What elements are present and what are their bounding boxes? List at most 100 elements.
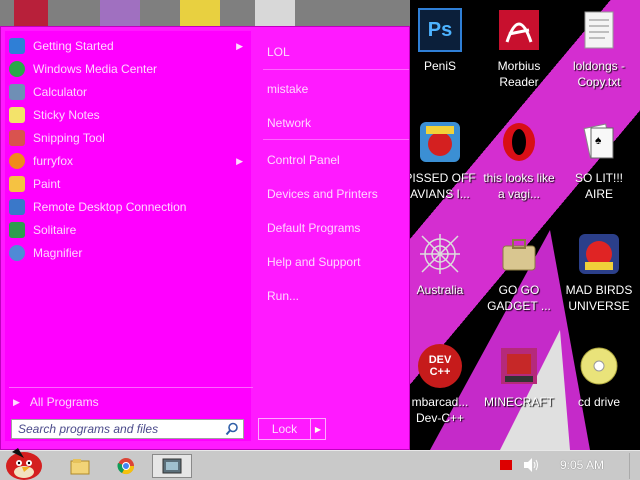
- explorer-icon: [70, 459, 90, 475]
- program-label: Calculator: [33, 85, 88, 99]
- program-furryfox[interactable]: furryfox ▶: [9, 150, 249, 172]
- separator: [9, 387, 253, 388]
- program-label: Snipping Tool: [33, 131, 105, 145]
- desktop-icon-label: SO LIT!!! AIRE: [574, 171, 623, 201]
- desktop-icon-opera[interactable]: this looks like a vagi...: [480, 120, 558, 202]
- desktop-icon-minecraft[interactable]: MINECRAFT: [480, 344, 558, 410]
- dev-cpp-icon: DEV C++: [418, 344, 462, 388]
- volume-icon[interactable]: [522, 457, 540, 473]
- desktop-icon-label: MINECRAFT: [484, 395, 554, 409]
- program-sticky-notes[interactable]: Sticky Notes: [9, 104, 249, 126]
- desktop-icon-loldongs-copy[interactable]: loldongs - Copy.txt: [560, 8, 638, 90]
- link-control-panel[interactable]: Control Panel: [267, 149, 340, 171]
- paint-icon: [9, 176, 25, 192]
- shutdown-options-arrow-icon[interactable]: ▶: [310, 419, 325, 439]
- program-remote-desktop-connection[interactable]: Remote Desktop Connection: [9, 196, 249, 218]
- search-box[interactable]: [11, 419, 244, 439]
- search-input[interactable]: [12, 421, 220, 437]
- link-run[interactable]: Run...: [267, 285, 299, 307]
- submenu-arrow-icon: ▶: [236, 155, 243, 166]
- desktop-icon-cd-drive[interactable]: cd drive: [560, 344, 638, 410]
- taskbar-media-window[interactable]: [152, 454, 192, 478]
- program-label: Magnifier: [33, 246, 83, 260]
- desktop-icon-label: loldongs - Copy.txt: [572, 59, 626, 89]
- text-file-icon: [577, 8, 621, 52]
- program-label: Windows Media Center: [33, 62, 158, 76]
- magnifier-icon: [9, 245, 25, 261]
- program-label: Remote Desktop Connection: [33, 200, 187, 214]
- separator: [263, 69, 409, 70]
- all-programs-label: All Programs: [29, 395, 99, 409]
- minecraft-icon: [497, 344, 541, 388]
- program-label: Solitaire: [33, 223, 77, 237]
- program-magnifier[interactable]: Magnifier: [9, 242, 249, 264]
- program-snipping-tool[interactable]: Snipping Tool: [9, 127, 249, 149]
- snipping-tool-icon: [9, 130, 25, 146]
- clock[interactable]: 9:05 AM: [560, 458, 604, 472]
- desktop-icon-label: this looks like a vagi...: [483, 171, 555, 201]
- desktop-icon-label: GO GO GADGET ...: [487, 283, 551, 313]
- taskbar-chrome[interactable]: [106, 454, 146, 478]
- separator: [263, 139, 409, 140]
- desktop-icon-pissed-off-avians[interactable]: PISSED OFF AVIANS I...: [401, 120, 479, 202]
- solitaire-icon: [9, 222, 25, 238]
- remote-desktop-icon: [9, 199, 25, 215]
- desktop-icon-go-go-gadget[interactable]: GO GO GADGET ...: [480, 232, 558, 314]
- media-center-icon: [9, 61, 25, 77]
- program-windows-media-center[interactable]: Windows Media Center: [9, 58, 249, 80]
- svg-text:♠: ♠: [595, 133, 602, 147]
- calculator-icon: [9, 84, 25, 100]
- briefcase-icon: [497, 232, 541, 276]
- program-label: Getting Started: [33, 39, 114, 53]
- desktop-icon-photoshop[interactable]: Ps PeniS: [401, 8, 479, 74]
- show-desktop-button[interactable]: [629, 453, 640, 479]
- desktop-icon-label: Australia: [416, 283, 464, 297]
- link-mistake[interactable]: mistake: [267, 78, 308, 100]
- triangle-right-icon: ▶: [13, 396, 20, 407]
- program-getting-started[interactable]: Getting Started ▶: [9, 35, 249, 57]
- desktop-icon-label: cd drive: [577, 395, 621, 409]
- action-center-flag-icon[interactable]: [500, 460, 512, 470]
- desktop-icon-mad-birds-universe[interactable]: MAD BIRDS UNIVERSE: [560, 232, 638, 314]
- solitaire-cards-icon: ♠: [577, 120, 621, 164]
- start-menu: Getting Started ▶ Windows Media Center C…: [0, 26, 410, 450]
- opera-icon: [497, 120, 541, 164]
- pdf-reader-icon: [497, 8, 541, 52]
- link-lol[interactable]: LOL: [267, 41, 290, 63]
- link-default-programs[interactable]: Default Programs: [267, 217, 360, 239]
- furryfox-icon: [9, 153, 25, 169]
- program-label: furryfox: [33, 154, 74, 168]
- program-calculator[interactable]: Calculator: [9, 81, 249, 103]
- lock-label: Lock: [271, 422, 298, 436]
- chrome-icon: [117, 458, 135, 475]
- spider-web-icon: [418, 232, 462, 276]
- angry-birds-space-icon: [577, 232, 621, 276]
- submenu-arrow-icon: ▶: [236, 40, 243, 51]
- desktop-icon-label: PeniS: [423, 59, 457, 73]
- desktop-icon-so-lit-aire[interactable]: ♠ SO LIT!!! AIRE: [560, 120, 638, 202]
- all-programs-button[interactable]: ▶ All Programs: [13, 391, 99, 413]
- taskbar: 9:05 AM: [0, 450, 640, 480]
- program-solitaire[interactable]: Solitaire: [9, 219, 249, 241]
- start-button-angry-bird-icon[interactable]: [2, 444, 46, 480]
- sticky-notes-icon: [9, 107, 25, 123]
- getting-started-icon: [9, 38, 25, 54]
- link-network[interactable]: Network: [267, 112, 311, 134]
- start-menu-programs-pane: Getting Started ▶ Windows Media Center C…: [5, 31, 253, 441]
- photoshop-icon: Ps: [418, 8, 462, 52]
- desktop-icon-morbius-reader[interactable]: Morbius Reader: [480, 8, 558, 90]
- search-icon[interactable]: [225, 422, 239, 436]
- desktop-icon-label: mbarcad... Dev-C++: [411, 395, 469, 425]
- desktop-icon-dev-cpp[interactable]: DEV C++ mbarcad... Dev-C++: [401, 344, 479, 426]
- program-label: Paint: [33, 177, 61, 191]
- desktop-icon-label: Morbius Reader: [497, 59, 541, 89]
- media-icon: [162, 458, 182, 474]
- link-help-and-support[interactable]: Help and Support: [267, 251, 360, 273]
- desktop-icon-australia[interactable]: Australia: [401, 232, 479, 298]
- program-paint[interactable]: Paint: [9, 173, 249, 195]
- link-devices-and-printers[interactable]: Devices and Printers: [267, 183, 378, 205]
- taskbar-explorer[interactable]: [60, 454, 100, 478]
- lock-button[interactable]: Lock ▶: [258, 418, 326, 440]
- program-label: Sticky Notes: [33, 108, 100, 122]
- angry-birds-seasons-icon: [418, 120, 462, 164]
